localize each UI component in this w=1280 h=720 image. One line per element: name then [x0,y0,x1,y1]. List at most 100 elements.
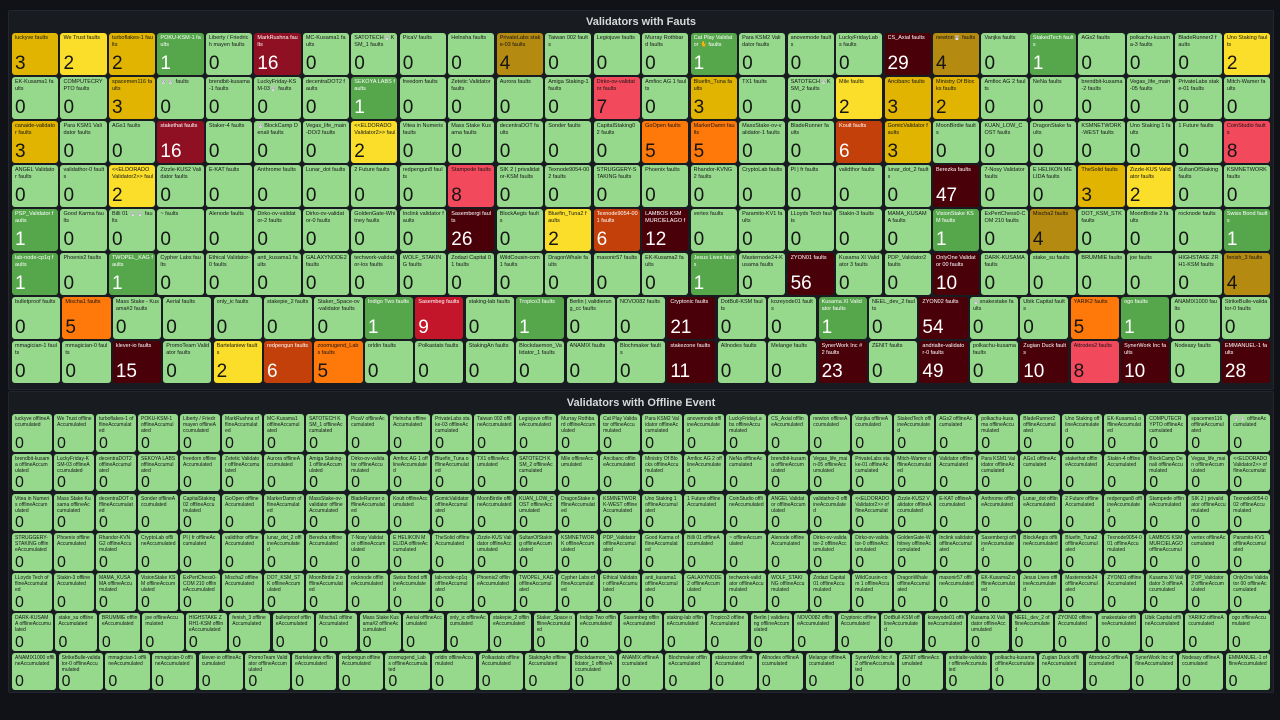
stat-tile[interactable]: PicaV faults 0 [399,33,446,75]
stat-tile[interactable]: Mischa2 offlineAccumulated 0 [222,573,262,611]
stat-tile[interactable]: MAMA_KUSAMA offlineAccumulated 0 [96,573,136,611]
stat-tile[interactable]: Zugian Duck offlineAccumulated 0 [1038,652,1084,691]
stat-tile[interactable]: KSMNETWORK-WEST faults 0 [1078,121,1125,163]
stat-tile[interactable]: klever-io faults 15 [112,341,161,383]
stat-tile[interactable]: DragonStake offlineAccumulated 0 [558,493,598,532]
stat-tile[interactable]: Sasembergi offlineAccumulated 0 [978,533,1018,571]
stat-tile[interactable]: KSMNETWORK-WEST offlineAccumulated 0 [600,493,640,532]
stat-tile[interactable]: Sasembeg offlineAccumulated 0 [620,613,662,651]
stat-tile[interactable]: Polkastats offlineAccumulated 0 [478,652,524,691]
stat-tile[interactable]: masonir57 faults 0 [593,253,640,295]
stat-tile[interactable]: Zizzle-KUS2 Validator faults 0 [157,165,204,207]
stat-tile[interactable]: PrivateLabs stake-03 offlineAccumulated 0 [432,414,472,452]
stat-tile[interactable]: Mass Stake Kusama faults 0 [448,121,495,163]
stat-tile[interactable]: Bartelaniew offlineAccumulated 0 [292,652,337,691]
stat-tile[interactable]: Uno Staking 1 faults 0 [1126,121,1174,163]
stat-tile[interactable]: Good Karma offlineAccumulated 0 [642,533,682,571]
stat-tile[interactable]: Paramito-KV1 faults 0 [739,209,786,251]
stat-tile[interactable]: SEKOYA LABS faults 1 [351,77,398,119]
stat-tile[interactable]: stakezone faults 11 [667,341,716,383]
stat-tile[interactable]: CryptoLab offlineAccumulated 0 [138,533,178,571]
stat-tile[interactable]: Bluefin_Tuna2 offlineAccumulated 0 [1062,533,1102,571]
stat-tile[interactable]: Good Karma faults 0 [60,209,107,251]
stat-tile[interactable]: CapitalStaking02 offlineAccumulated 0 [180,493,220,532]
stat-tile[interactable]: PrivateLabs stake-01 faults 0 [1175,77,1222,119]
stat-tile[interactable]: MassStake-ov-validator-1 faults 0 [739,121,786,163]
stat-tile[interactable]: polkachu-kusama faults 0 [969,341,1018,383]
stat-tile[interactable]: NEEL_dev_2 faults 0 [869,297,918,339]
stat-tile[interactable]: CoinStudio offlineAccumulated 0 [726,493,766,532]
stat-tile[interactable]: Phoenix faults 0 [642,165,689,207]
stat-tile[interactable]: Bluefin_Tuna faults 3 [690,77,737,119]
stat-tile[interactable]: mmagician-1 offlineAccumulated 0 [105,652,150,691]
stat-tile[interactable]: TX1 faults 0 [739,77,786,119]
stat-tile[interactable]: Vegas_life_main-DO/2 faults 0 [302,121,349,163]
stat-tile[interactable]: StakedTech faults 1 [1029,33,1077,75]
stat-tile[interactable]: Cryptonic faults 21 [667,297,716,339]
stat-tile[interactable]: masonir57 offlineAccumulated 0 [936,573,976,611]
stat-tile[interactable]: Mass Stake - Kusama#2 faults 0 [112,297,161,339]
stat-tile[interactable]: NeNa faults 0 [1029,77,1077,119]
stat-tile[interactable]: Melange faults 0 [768,341,817,383]
stat-tile[interactable]: Masternode24-Kusama faults 0 [739,253,786,295]
stat-tile[interactable]: HIGHSTAKE ZRH1-KSM faults 0 [1175,253,1222,295]
stat-tile[interactable]: Stakin-3 offlineAccumulated 0 [54,573,94,611]
stat-tile[interactable]: Indigo Two offlineAccumulated 0 [576,613,619,651]
stat-tile[interactable]: BlockAegis faults 0 [496,209,543,251]
stat-tile[interactable]: OnlyOne Validator 00 faults 10 [932,253,980,295]
stat-tile[interactable]: 🐰🐰 offlineAccumulated 0 [1230,414,1270,452]
stat-tile[interactable]: Phoenix2 offlineAccumulated 0 [474,573,514,611]
stat-tile[interactable]: Blochmaker offlineAccumulated 0 [665,652,710,691]
stat-tile[interactable]: Berlin | validierung offlineAccumulated 0 [750,613,792,651]
stat-tile[interactable]: mmagician-1 faults 0 [12,341,61,383]
stat-tile[interactable]: DOT_KSM_STK offlineAccumulated 0 [264,573,304,611]
stat-tile[interactable]: PDP_Validator2 offlineAccumulated 0 [1188,573,1228,611]
stat-tile[interactable]: Bartelaniew faults 2 [213,341,262,383]
stat-tile[interactable]: Cat Play Validator 🐈 faults 1 [690,33,737,75]
stat-tile[interactable]: Ancibanc faults 3 [884,77,931,119]
stat-tile[interactable]: Inclink validator faults 0 [399,209,446,251]
stat-tile[interactable]: Zizzle-KUS Validator faults 2 [1126,165,1174,207]
stat-tile[interactable]: SynerWork Inc #2 faults 23 [818,341,867,383]
stat-tile[interactable]: Vegas_life_main-05 offlineAccumulated 0 [810,453,850,492]
stat-tile[interactable]: MAMA_KUSAMA faults 0 [884,209,931,251]
stat-tile[interactable]: only_ic faults 0 [213,297,262,339]
stat-tile[interactable]: 7-Nosy Validator offlineAccumulated 0 [348,533,388,571]
stat-tile[interactable]: PrivateLabs stake-03 faults 4 [496,33,543,75]
stat-tile[interactable]: LuckyFriday-KSM-03🐰 faults 0 [254,77,301,119]
stat-tile[interactable]: DOT_KSM_STK faults 0 [1078,209,1125,251]
stat-tile[interactable]: LAMBOS KSM MURCIELAGO offlineAccumulated… [1146,533,1186,571]
stat-tile[interactable]: CS_Axial offlineAccumulated 0 [768,414,808,452]
stat-tile[interactable]: AGs2 faults 0 [1078,33,1125,75]
stat-tile[interactable]: LLoyds Tech faults 0 [787,209,834,251]
stat-tile[interactable]: LAMBOS KSM MURCIELAGO faults 12 [642,209,689,251]
stat-tile[interactable]: BlockCamp Denali offlineAccumulated 0 [1146,453,1186,492]
stat-tile[interactable]: Phoenix offlineAccumulated 0 [54,533,94,571]
stat-tile[interactable]: Amfioc AG 2 offlineAccumulated 0 [684,453,724,492]
stat-tile[interactable]: Cat Play Validator offlineAccumulated 0 [600,414,640,452]
stat-tile[interactable]: NOVO082 offlineAccumulated 0 [794,613,836,651]
stat-tile[interactable]: Aurora offlineAccumulated 0 [264,453,304,492]
stat-tile[interactable]: mmagician-0 faults 0 [62,341,111,383]
stat-tile[interactable]: Jesus Lives offlineAccumulated 0 [1020,573,1060,611]
stat-tile[interactable]: anovemode offlineAccumulated 0 [684,414,724,452]
stat-tile[interactable]: PromoTeam Validator faults 0 [163,341,212,383]
stat-tile[interactable]: Uno Staking offlineAccumulated 0 [1062,414,1102,452]
stat-tile[interactable]: decentraDOT faults 0 [496,121,543,163]
stat-tile[interactable]: only_ic offlineAccumulated 0 [446,613,488,651]
stat-tile[interactable]: Bluefin_Tuna offlineAccumulated 0 [432,453,472,492]
stat-tile[interactable]: DotBull-KSM offlineAccumulated 0 [881,613,923,651]
stat-tile[interactable]: ogo offlineAccumulated 0 [1228,613,1270,651]
stat-tile[interactable]: stake_su offlineAccumulated 0 [55,613,97,651]
stat-tile[interactable]: techwork-validator offlineAccumulated 0 [726,573,766,611]
stat-tile[interactable]: Stakin-4 offlineAccumulated 0 [1104,453,1144,492]
stat-tile[interactable]: PI | fr offlineAccumulated 0 [180,533,220,571]
stat-tile[interactable]: CS_Axial faults 29 [884,33,931,75]
stat-tile[interactable]: staking-lab offlineAccumulated 0 [663,613,706,651]
stat-tile[interactable]: LuckyFriday-KSM-03 offlineAccumulated 0 [54,453,94,492]
stat-tile[interactable]: Murray Rothbard faults 0 [642,33,689,75]
stat-tile[interactable]: decentraDOT2 faults 0 [302,77,349,119]
stat-tile[interactable]: Stampede faults 8 [448,165,495,207]
stat-tile[interactable]: andrialte-validator offlineAccumulated 0 [945,652,990,691]
stat-tile[interactable]: Zodazi Capital 01 offlineAccumulated 0 [810,573,850,611]
